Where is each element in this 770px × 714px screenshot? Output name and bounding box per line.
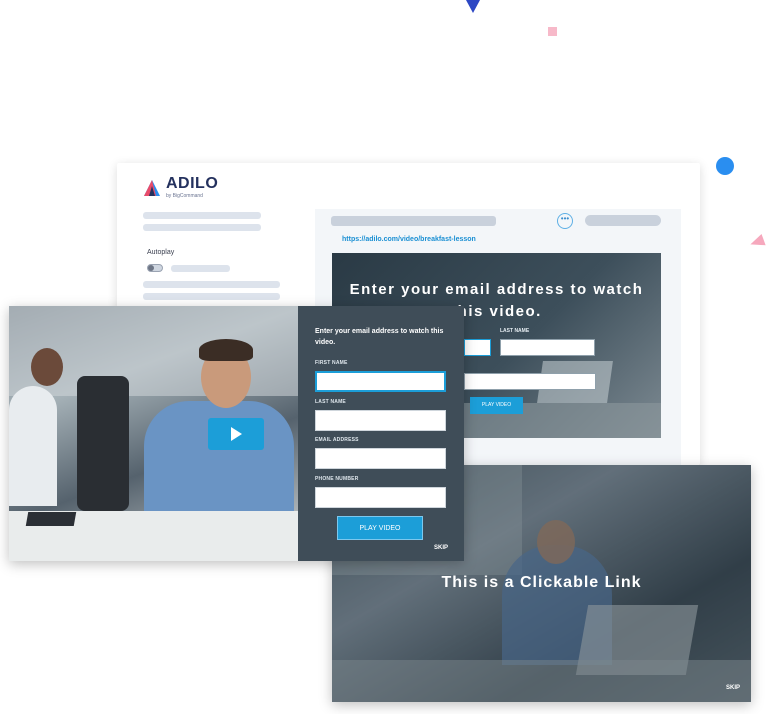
email-gate-form: Enter your email address to watch this v…: [298, 306, 464, 561]
scene-chair-left: [77, 376, 129, 511]
scene-man-hair: [199, 339, 253, 361]
preview-last-name-label: LAST NAME: [500, 328, 530, 334]
first-name-label: FIRST NAME: [315, 360, 348, 366]
phone-number-label: PHONE NUMBER: [315, 476, 359, 482]
last-name-field[interactable]: [315, 410, 446, 431]
placeholder-line: [143, 212, 261, 219]
brand-name: ADILO: [166, 175, 219, 192]
toggle-knob: [148, 265, 154, 271]
video-play-button[interactable]: [208, 418, 264, 450]
autoplay-toggle[interactable]: [147, 264, 163, 272]
scene-coworker-head: [31, 348, 63, 386]
preview-email-field[interactable]: [464, 373, 596, 390]
play-icon: [231, 427, 242, 441]
placeholder-line: [143, 224, 261, 231]
preview-first-name-field[interactable]: [464, 339, 491, 356]
link-skip-button[interactable]: SKIP: [726, 685, 740, 691]
email-gate-video-card: Enter your email address to watch this v…: [9, 306, 464, 561]
preview-last-name-field[interactable]: [500, 339, 595, 356]
form-title: Enter your email address to watch this v…: [315, 328, 444, 346]
decor-square-pink: [548, 27, 557, 36]
decor-triangle-pink: [748, 233, 766, 251]
placeholder-pill: [585, 215, 661, 226]
placeholder-line: [143, 281, 280, 288]
decor-triangle-blue: [466, 0, 480, 13]
brand-subtitle: by BigCommand: [166, 193, 203, 199]
scene-tablet: [25, 512, 77, 526]
clickable-link-text[interactable]: This is a Clickable Link: [332, 574, 751, 592]
placeholder-line: [143, 293, 280, 300]
play-video-button[interactable]: PLAY VIDEO: [337, 516, 423, 540]
skip-button[interactable]: SKIP: [434, 545, 448, 551]
phone-number-field[interactable]: [315, 487, 446, 508]
last-name-label: LAST NAME: [315, 399, 346, 405]
brand-logo: ADILO by BigCommand: [143, 176, 218, 199]
more-options-button[interactable]: •••: [557, 213, 573, 229]
preview-play-video-button[interactable]: PLAY VIDEO: [470, 397, 523, 414]
adilo-logo-icon: [144, 179, 160, 196]
scene-coworker: [9, 386, 57, 506]
email-address-field[interactable]: [315, 448, 446, 469]
email-address-label: EMAIL ADDRESS: [315, 437, 359, 443]
video-scene: [9, 306, 298, 561]
placeholder-title-bar: [331, 216, 496, 226]
ellipsis-icon: •••: [560, 214, 570, 223]
first-name-field[interactable]: [315, 371, 446, 392]
decor-dot-blue: [716, 157, 734, 175]
video-url-link[interactable]: https://adilo.com/video/breakfast-lesson: [342, 236, 476, 243]
placeholder-line: [171, 265, 230, 272]
autoplay-label: Autoplay: [147, 249, 175, 256]
